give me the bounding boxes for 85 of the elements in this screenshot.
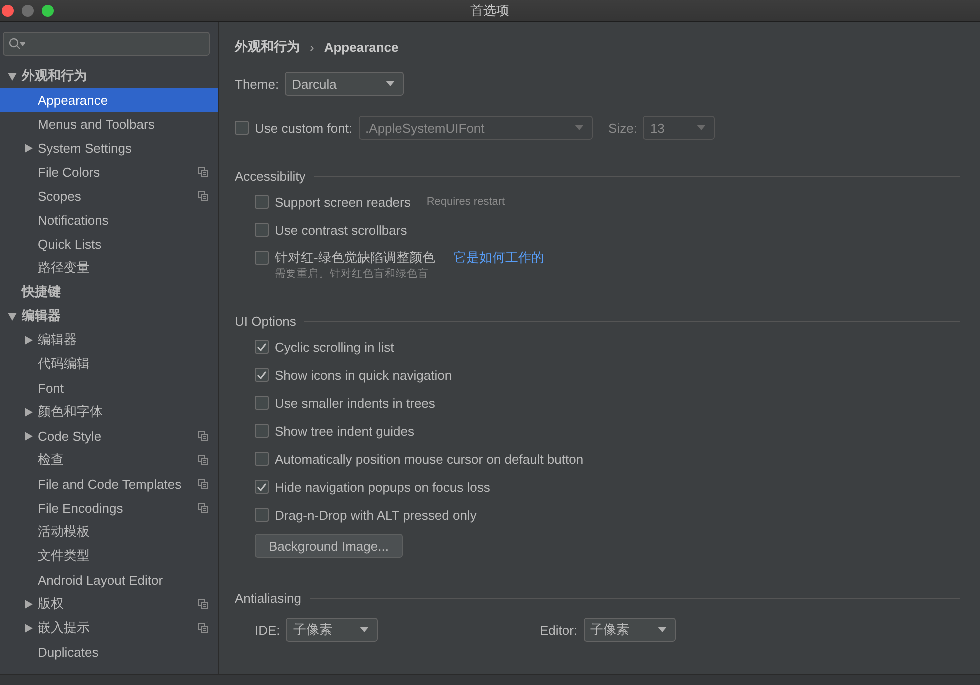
expand-arrow-icon[interactable] xyxy=(24,336,33,344)
expand-arrow-icon[interactable] xyxy=(24,144,33,152)
breadcrumb-current: Appearance xyxy=(324,40,399,54)
expand-arrow-icon[interactable] xyxy=(8,312,17,320)
checkbox[interactable] xyxy=(255,368,269,382)
sidebar-item[interactable]: File Encodings xyxy=(0,496,218,520)
zoom-button[interactable] xyxy=(42,4,54,16)
sidebar-item[interactable]: Android Layout Editor xyxy=(0,568,218,592)
checkbox[interactable] xyxy=(255,452,269,466)
expand-arrow-icon[interactable] xyxy=(24,600,33,608)
antialiasing-label: IDE: xyxy=(255,622,280,638)
antialiasing-label: Editor: xyxy=(540,622,578,638)
sidebar-item[interactable]: 编辑器 xyxy=(0,304,218,328)
checkbox[interactable] xyxy=(255,424,269,438)
caret-icon xyxy=(386,81,396,87)
checkmark-icon xyxy=(257,370,267,380)
checkbox[interactable] xyxy=(255,508,269,522)
sidebar-item[interactable]: 检查 xyxy=(0,448,218,472)
sidebar-item[interactable]: File Colors xyxy=(0,160,218,184)
breadcrumb-separator: › xyxy=(310,40,314,54)
sidebar-item[interactable]: 路径变量 xyxy=(0,256,218,280)
sidebar-item[interactable]: Appearance xyxy=(0,88,218,112)
hint-text: 需要重启。针对红色盲和绿色盲 xyxy=(275,267,430,281)
help-link[interactable]: 它是如何工作的 xyxy=(453,249,544,267)
antialiasing-dropdown[interactable]: 子像素 xyxy=(286,618,378,642)
search-icon xyxy=(9,38,25,50)
sidebar-item[interactable]: 文件类型 xyxy=(0,544,218,568)
checkbox-label: 针对红-绿色觉缺陷调整颜色 xyxy=(275,249,436,267)
sidebar-item[interactable]: 版权 xyxy=(0,592,218,616)
section-title: Antialiasing xyxy=(235,590,302,606)
checkbox-label: Show icons in quick navigation xyxy=(275,368,452,382)
sidebar-item[interactable]: 快捷键 xyxy=(0,280,218,304)
sidebar-item[interactable]: 嵌入提示 xyxy=(0,616,218,640)
expand-arrow-icon[interactable] xyxy=(24,624,33,632)
theme-label: Theme: xyxy=(235,76,280,92)
checkbox-label: Cyclic scrolling in list xyxy=(275,340,394,354)
sidebar-item[interactable]: File and Code Templates xyxy=(0,472,218,496)
sidebar-item[interactable]: Duplicates xyxy=(0,640,218,664)
sidebar-item[interactable]: Scopes xyxy=(0,184,218,208)
window-title: 首选项 xyxy=(470,2,510,20)
sidebar-item[interactable]: 外观和行为 xyxy=(0,64,218,88)
checkbox-label: Use smaller indents in trees xyxy=(275,396,436,410)
checkbox[interactable] xyxy=(255,480,269,494)
antialiasing-dropdown[interactable]: 子像素 xyxy=(584,618,676,642)
sidebar-item[interactable]: Menus and Toolbars xyxy=(0,112,218,136)
checkbox-label: Show tree indent guides xyxy=(275,424,414,438)
size-label: Size: xyxy=(608,120,638,136)
sidebar-item[interactable]: 代码编辑 xyxy=(0,352,218,376)
expand-arrow-icon[interactable] xyxy=(24,408,33,416)
theme-dropdown[interactable]: Darcula xyxy=(285,72,404,96)
caret-icon xyxy=(360,627,370,633)
checkbox[interactable] xyxy=(255,223,269,237)
section-title: Accessibility xyxy=(235,168,306,184)
sidebar-item[interactable]: Quick Lists xyxy=(0,232,218,256)
caret-icon xyxy=(574,125,584,131)
sidebar-item[interactable]: 活动模板 xyxy=(0,520,218,544)
caret-icon xyxy=(697,125,706,131)
section-title: UI Options xyxy=(235,314,296,328)
sidebar-item[interactable]: System Settings xyxy=(0,136,218,160)
expand-arrow-icon[interactable] xyxy=(24,432,33,440)
restart-note: Requires restart xyxy=(426,196,506,208)
checkbox-label: Use custom font: xyxy=(255,120,353,136)
checkmark-icon xyxy=(257,342,267,352)
sidebar-item[interactable]: Code Style xyxy=(0,424,218,448)
sidebar-item[interactable]: Notifications xyxy=(0,208,218,232)
checkbox-label: Drag-n-Drop with ALT pressed only xyxy=(275,508,477,522)
background-image-button[interactable]: Background Image... xyxy=(255,534,403,558)
checkbox-label: Automatically position mouse cursor on default button xyxy=(275,452,584,466)
breadcrumb-parent[interactable]: 外观和行为 xyxy=(235,38,300,56)
sidebar-item[interactable]: 颜色和字体 xyxy=(0,400,218,424)
checkbox[interactable] xyxy=(255,251,269,265)
sidebar-item[interactable]: 编辑器 xyxy=(0,328,218,352)
checkbox-label: Support screen readers xyxy=(275,194,411,210)
checkbox[interactable] xyxy=(255,195,269,209)
checkbox[interactable] xyxy=(255,396,269,410)
checkbox-label: Use contrast scrollbars xyxy=(275,222,408,238)
checkbox-label: Hide navigation popups on focus loss xyxy=(275,480,490,494)
close-button[interactable] xyxy=(2,4,14,16)
minimize-button[interactable] xyxy=(22,4,34,16)
checkbox[interactable] xyxy=(255,340,269,354)
sidebar-item[interactable]: Font xyxy=(0,376,218,400)
caret-icon xyxy=(658,627,667,633)
expand-arrow-icon[interactable] xyxy=(8,72,17,80)
checkmark-icon xyxy=(257,482,267,492)
search-field[interactable] xyxy=(3,32,210,56)
